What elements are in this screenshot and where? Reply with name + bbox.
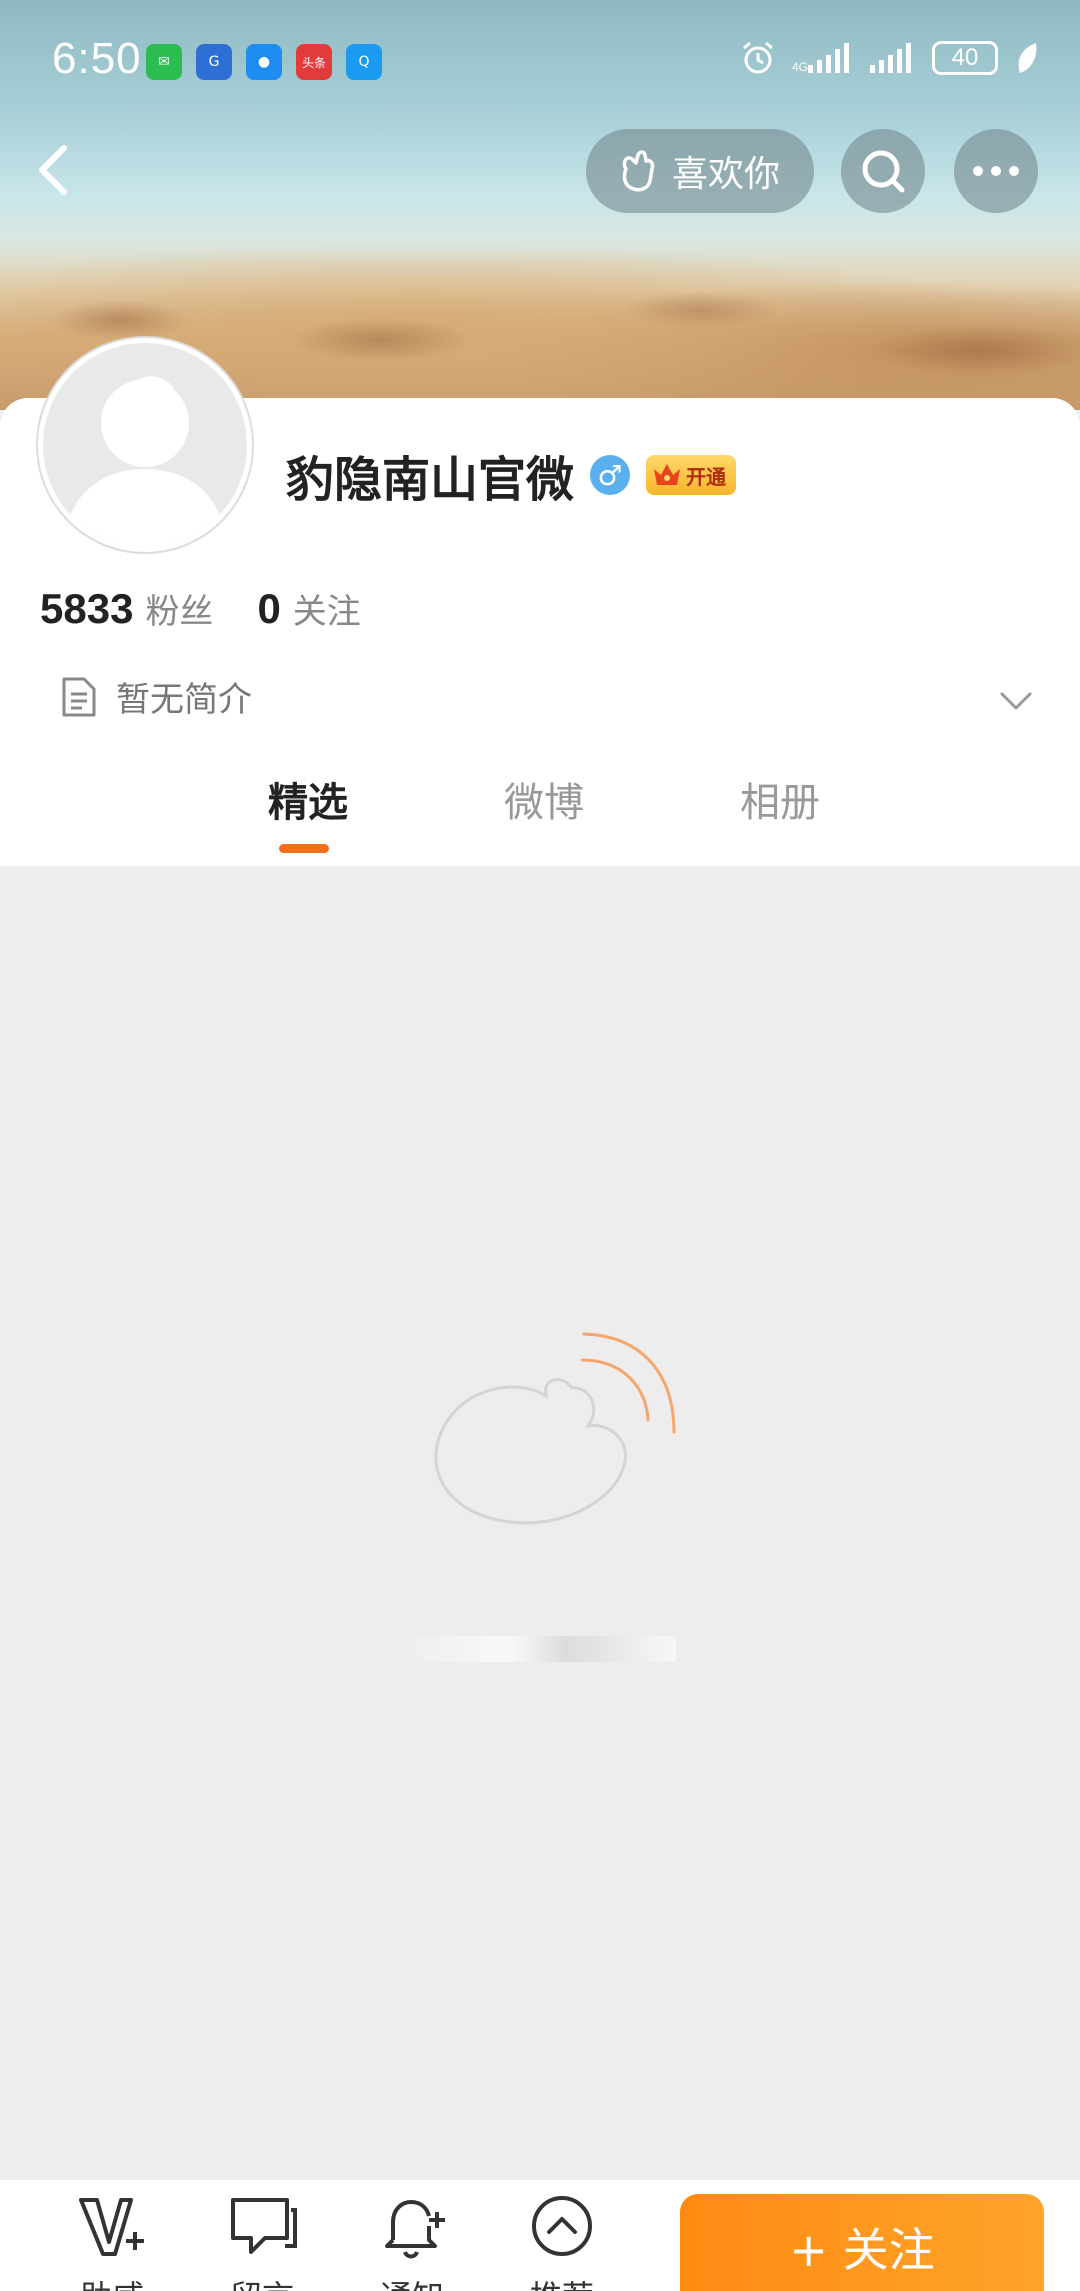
status-bar: 6:50 ✉ G ● 头条 Q 4G 40: [0, 0, 1080, 120]
alarm-icon: [743, 41, 773, 74]
nickname: 豹隐南山官微: [286, 452, 575, 508]
recommend-button[interactable]: 推荐: [502, 2192, 622, 2291]
male-gender-icon: ♂: [590, 455, 631, 495]
document-icon: [62, 677, 96, 716]
followers-label[interactable]: 粉丝: [145, 584, 213, 633]
tab-featured[interactable]: 精选: [228, 770, 388, 828]
status-indicators: 4G 40: [740, 40, 1040, 76]
tab-album[interactable]: 相册: [700, 770, 860, 828]
signal-strength-1-icon: 4G: [792, 43, 849, 73]
avatar[interactable]: [38, 338, 252, 552]
vip-open-label: 开通: [686, 464, 727, 489]
weibo-loading-icon: [434, 1332, 676, 1525]
message-icon: ●: [246, 44, 282, 80]
more-dots-icon: [973, 166, 1019, 176]
chevron-down-icon[interactable]: [996, 680, 1036, 720]
bio-text: 暂无简介: [116, 680, 252, 720]
like-you-button[interactable]: 喜欢你: [586, 129, 814, 213]
comment-button[interactable]: 留言: [202, 2192, 322, 2291]
comment-label: 留言: [202, 2272, 322, 2291]
cheer-label: 助威: [52, 2272, 172, 2291]
cheer-button[interactable]: 助威: [52, 2192, 172, 2291]
followers-count[interactable]: 5833: [40, 585, 133, 633]
back-button[interactable]: [28, 140, 88, 200]
search-app-icon: Q: [346, 44, 382, 80]
svg-text:4G: 4G: [792, 60, 808, 73]
toutiao-icon: 头条: [296, 44, 332, 80]
hand-heart-icon: [622, 150, 655, 192]
follow-label: + 关注: [789, 2223, 935, 2277]
follow-button[interactable]: + 关注: [680, 2194, 1044, 2291]
stats-row: 5833 粉丝 0 关注: [40, 584, 361, 633]
cheer-icon: [79, 2198, 144, 2256]
default-avatar-icon: [63, 376, 227, 547]
bio-row[interactable]: 暂无简介: [60, 672, 252, 721]
leaf-icon: [1018, 43, 1037, 73]
recommend-icon: [532, 2196, 592, 2256]
profile-screen: 6:50 ✉ G ● 头条 Q 4G 40 喜欢你 豹隐南山官微 ♂ 开通 58…: [0, 0, 1080, 2291]
battery-indicator: 40: [932, 41, 998, 75]
vip-open-badge[interactable]: 开通: [646, 455, 737, 495]
crown-icon: [654, 464, 681, 485]
notify-button[interactable]: 通知: [352, 2192, 472, 2291]
loading-placeholder-bar: [400, 1636, 676, 1662]
wechat-icon: ✉: [146, 44, 182, 80]
recommend-label: 推荐: [502, 2272, 622, 2291]
tab-weibo[interactable]: 微博: [464, 770, 624, 828]
comment-icon: [231, 2198, 297, 2254]
like-you-label: 喜欢你: [672, 154, 781, 195]
notify-label: 通知: [352, 2272, 472, 2291]
active-tab-indicator: [279, 844, 329, 853]
profile-tabs: 精选 微博 相册: [0, 770, 1080, 866]
app-ez-icon: G: [196, 44, 232, 80]
search-icon: [862, 150, 905, 193]
following-label[interactable]: 关注: [293, 584, 361, 633]
status-time: 6:50: [52, 34, 142, 83]
search-button[interactable]: [841, 129, 925, 213]
signal-strength-2-icon: [870, 43, 911, 73]
notification-app-icons: ✉ G ● 头条 Q: [146, 44, 382, 80]
following-count[interactable]: 0: [257, 585, 280, 633]
more-options-button[interactable]: [954, 129, 1038, 213]
nickname-row: 豹隐南山官微 ♂ 开通: [286, 440, 737, 510]
notify-bell-icon: [385, 2200, 445, 2259]
